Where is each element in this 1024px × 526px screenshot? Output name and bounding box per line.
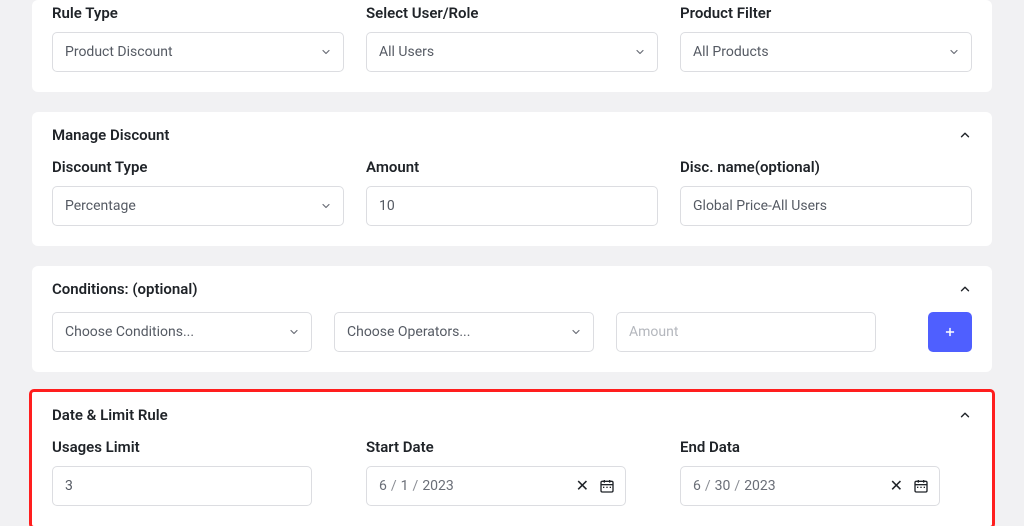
collapse-toggle[interactable]	[958, 408, 972, 422]
start-year: 2023	[422, 478, 453, 494]
date-limit-panel: Date & Limit Rule Usages Limit 3 Start D…	[32, 392, 992, 526]
amount-value: 10	[379, 198, 395, 214]
usages-limit-value: 3	[65, 478, 73, 494]
product-filter-label: Product Filter	[680, 4, 972, 22]
disc-name-label: Disc. name(optional)	[680, 158, 972, 176]
manage-discount-panel: Manage Discount Discount Type Percentage…	[32, 112, 992, 246]
choose-operators-value: Choose Operators...	[347, 324, 470, 340]
rule-type-value: Product Discount	[65, 44, 173, 60]
usages-limit-input[interactable]: 3	[52, 466, 312, 506]
start-date-input[interactable]: 6 / 1 / 2023 ✕	[366, 466, 626, 506]
conditions-panel: Conditions: (optional) Choose Conditions…	[32, 266, 992, 372]
choose-conditions-select[interactable]: Choose Conditions...	[52, 312, 312, 352]
amount-input[interactable]: 10	[366, 186, 658, 226]
discount-type-label: Discount Type	[52, 158, 344, 176]
user-role-select[interactable]: All Users	[366, 32, 658, 72]
discount-type-value: Percentage	[65, 198, 136, 214]
choose-conditions-value: Choose Conditions...	[65, 324, 194, 340]
date-separator: /	[391, 478, 397, 494]
end-year: 2023	[744, 478, 775, 494]
collapse-toggle[interactable]	[958, 128, 972, 142]
end-day: 30	[715, 478, 731, 494]
date-separator: /	[413, 478, 419, 494]
user-role-label: Select User/Role	[366, 4, 658, 22]
clear-date-icon[interactable]: ✕	[890, 478, 903, 494]
start-month: 6	[379, 478, 387, 494]
add-condition-button[interactable]	[928, 312, 972, 352]
choose-operators-select[interactable]: Choose Operators...	[334, 312, 594, 352]
start-date-label: Start Date	[366, 438, 658, 456]
disc-name-value: Global Price-All Users	[693, 198, 827, 214]
rule-type-select[interactable]: Product Discount	[52, 32, 344, 72]
condition-amount-placeholder: Amount	[629, 324, 678, 340]
manage-discount-title: Manage Discount	[52, 126, 169, 144]
date-separator: /	[734, 478, 740, 494]
usages-limit-label: Usages Limit	[52, 438, 344, 456]
product-filter-select[interactable]: All Products	[680, 32, 972, 72]
amount-label: Amount	[366, 158, 658, 176]
conditions-title: Conditions: (optional)	[52, 280, 198, 298]
end-date-label: End Data	[680, 438, 972, 456]
date-separator: /	[705, 478, 711, 494]
user-role-value: All Users	[379, 44, 434, 60]
disc-name-input[interactable]: Global Price-All Users	[680, 186, 972, 226]
calendar-icon[interactable]	[913, 478, 929, 494]
calendar-icon[interactable]	[599, 478, 615, 494]
clear-date-icon[interactable]: ✕	[576, 478, 589, 494]
discount-type-select[interactable]: Percentage	[52, 186, 344, 226]
product-filter-value: All Products	[693, 44, 769, 60]
collapse-toggle[interactable]	[958, 282, 972, 296]
end-date-input[interactable]: 6 / 30 / 2023 ✕	[680, 466, 940, 506]
end-month: 6	[693, 478, 701, 494]
rule-top-panel: Rule Type Product Discount Select User/R…	[32, 0, 992, 92]
rule-type-label: Rule Type	[52, 4, 344, 22]
date-limit-title: Date & Limit Rule	[52, 406, 168, 424]
condition-amount-input[interactable]: Amount	[616, 312, 876, 352]
start-day: 1	[401, 478, 409, 494]
